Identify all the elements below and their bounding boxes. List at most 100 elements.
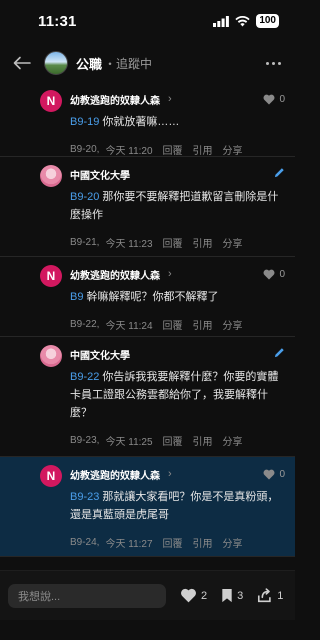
comment-text: 你就放著嘛…… [102, 116, 180, 128]
avatar[interactable]: N [40, 265, 62, 287]
reply-button[interactable]: 回覆 [163, 433, 183, 448]
chevron-right-icon: › [168, 268, 172, 280]
share-button[interactable]: 分享 [223, 317, 243, 332]
like-count: 0 [279, 268, 285, 280]
comment-item-highlighted: N 幼教逃跑的奴隸人森 › 0 B9-23 那就讓大家看吧？你是不是真粉頭，還是真… [0, 457, 295, 557]
board-header: 公職 ・追蹤中 [0, 44, 295, 82]
comment-time: 今天 11:27 [105, 538, 153, 550]
comment-meta: B9-21, 今天 11:23 回覆 引用 分享 [42, 228, 285, 256]
board-avatar[interactable] [44, 51, 68, 75]
comment-list: N 幼教逃跑的奴隸人森 › 0 B9-19 你就放著嘛…… B9-20, 今天 1… [0, 82, 295, 557]
chevron-right-icon: › [168, 93, 172, 105]
comment-body: B9-23 那就讓大家看吧？你是不是真粉頭，還是真藍頭是虎尾哥 [42, 488, 285, 524]
bookmark-button[interactable]: 3 [221, 588, 243, 603]
floor-reference[interactable]: B9-22 [70, 371, 99, 383]
comment-item: 中國文化大學 B9-20 那你要不要解釋把道歉留言刪除是什麼操作 B9-21, 今… [0, 157, 295, 257]
reply-button[interactable]: 回覆 [163, 235, 183, 250]
wifi-icon [235, 15, 250, 26]
comment-text: 那你要不要解釋把道歉留言刪除是什麼操作 [70, 191, 279, 221]
heart-icon [263, 269, 275, 279]
floor-number: B9-21, [70, 236, 100, 248]
floor-reference[interactable]: B9-19 [70, 116, 99, 128]
comment-author[interactable]: 中國文化大學 [70, 167, 130, 182]
comment-author[interactable]: 幼教逃跑的奴隸人森 [70, 267, 160, 282]
reply-button[interactable]: 回覆 [163, 535, 183, 550]
more-dot-icon [278, 61, 281, 65]
comment-meta: B9-22, 今天 11:24 回覆 引用 分享 [42, 310, 285, 338]
like-button[interactable]: 0 [263, 94, 285, 105]
pencil-icon[interactable] [274, 345, 285, 363]
battery-indicator: 100 [256, 14, 279, 28]
bookmark-icon [222, 588, 232, 603]
comment-body: B9 幹嘛解釋呢？你都不解釋了 [42, 288, 285, 306]
comment-text: 那就讓大家看吧？你是不是真粉頭，還是真藍頭是虎尾哥 [70, 491, 279, 521]
like-count: 0 [279, 468, 285, 480]
comment-author[interactable]: 幼教逃跑的奴隸人森 [70, 467, 160, 482]
chevron-right-icon: › [168, 468, 172, 480]
back-button[interactable] [10, 51, 34, 75]
bookmark-count: 3 [237, 589, 244, 602]
more-dot-icon [272, 61, 275, 65]
share-count: 1 [277, 589, 284, 602]
reply-input[interactable]: 我想說... [8, 583, 166, 608]
comment-author[interactable]: 中國文化大學 [70, 347, 130, 362]
comment-text: 你告訴我我要解釋什麼？你要的實體卡員工證跟公務雲都給你了，我要解釋什麼？ [70, 371, 279, 419]
comment-item: N 幼教逃跑的奴隸人森 › 0 B9 幹嘛解釋呢？你都不解釋了 B9-22, 今天… [0, 257, 295, 337]
like-count: 0 [279, 93, 285, 105]
bottom-action-bar: 我想說... 2 3 1 [0, 570, 295, 620]
heart-icon [181, 588, 196, 603]
share-button[interactable]: 分享 [223, 142, 243, 157]
floor-number: B9-24, [70, 536, 100, 548]
floor-number: B9-20, [70, 143, 100, 155]
comment-time: 今天 11:20 [105, 145, 153, 157]
status-bar: 11:31 100 [0, 0, 295, 42]
floor-reference[interactable]: B9-23 [70, 491, 99, 503]
post-like-count: 2 [201, 589, 208, 602]
post-like-button[interactable]: 2 [180, 588, 207, 603]
quote-button[interactable]: 引用 [193, 235, 213, 250]
share-button[interactable]: 分享 [223, 235, 243, 250]
like-button[interactable]: 0 [263, 269, 285, 280]
comment-body: B9-20 那你要不要解釋把道歉留言刪除是什麼操作 [42, 188, 285, 224]
heart-icon [263, 469, 275, 479]
share-button[interactable]: 分享 [223, 433, 243, 448]
board-name[interactable]: 公職 [76, 54, 102, 73]
like-button[interactable]: 0 [263, 469, 285, 480]
floor-reference[interactable]: B9 [70, 291, 83, 303]
back-arrow-icon [13, 56, 31, 70]
avatar[interactable]: N [40, 90, 62, 112]
quote-button[interactable]: 引用 [193, 142, 213, 157]
comment-time: 今天 11:24 [105, 320, 153, 332]
floor-reference[interactable]: B9-20 [70, 191, 99, 203]
share-button[interactable]: 分享 [223, 535, 243, 550]
status-time: 11:31 [38, 12, 77, 30]
reply-button[interactable]: 回覆 [163, 317, 183, 332]
comment-item: 中國文化大學 B9-22 你告訴我我要解釋什麼？你要的實體卡員工證跟公務雲都給你了… [0, 337, 295, 457]
signal-icon [213, 15, 230, 27]
quote-button[interactable]: 引用 [193, 317, 213, 332]
status-icons: 100 [213, 14, 279, 28]
follow-status[interactable]: ・追蹤中 [104, 55, 152, 72]
avatar[interactable] [40, 345, 62, 367]
comment-time: 今天 11:25 [105, 436, 153, 448]
comment-time: 今天 11:23 [105, 238, 153, 250]
heart-icon [263, 94, 275, 104]
floor-number: B9-23, [70, 434, 100, 446]
comment-item: N 幼教逃跑的奴隸人森 › 0 B9-19 你就放著嘛…… B9-20, 今天 1… [0, 82, 295, 157]
floor-number: B9-22, [70, 318, 100, 330]
pencil-icon[interactable] [274, 165, 285, 183]
avatar[interactable]: N [40, 465, 62, 487]
comment-text: 幹嘛解釋呢？你都不解釋了 [86, 291, 219, 303]
quote-button[interactable]: 引用 [193, 433, 213, 448]
more-options-button[interactable] [262, 58, 285, 69]
comment-body: B9-22 你告訴我我要解釋什麼？你要的實體卡員工證跟公務雲都給你了，我要解釋什麼… [42, 368, 285, 422]
more-dot-icon [266, 61, 269, 65]
share-icon [258, 588, 271, 603]
reply-button[interactable]: 回覆 [163, 142, 183, 157]
comment-meta: B9-24, 今天 11:27 回覆 引用 分享 [42, 528, 285, 556]
quote-button[interactable]: 引用 [193, 535, 213, 550]
post-share-button[interactable]: 1 [257, 588, 283, 603]
comment-author[interactable]: 幼教逃跑的奴隸人森 [70, 92, 160, 107]
avatar[interactable] [40, 165, 62, 187]
comment-meta: B9-23, 今天 11:25 回覆 引用 分享 [42, 426, 285, 454]
